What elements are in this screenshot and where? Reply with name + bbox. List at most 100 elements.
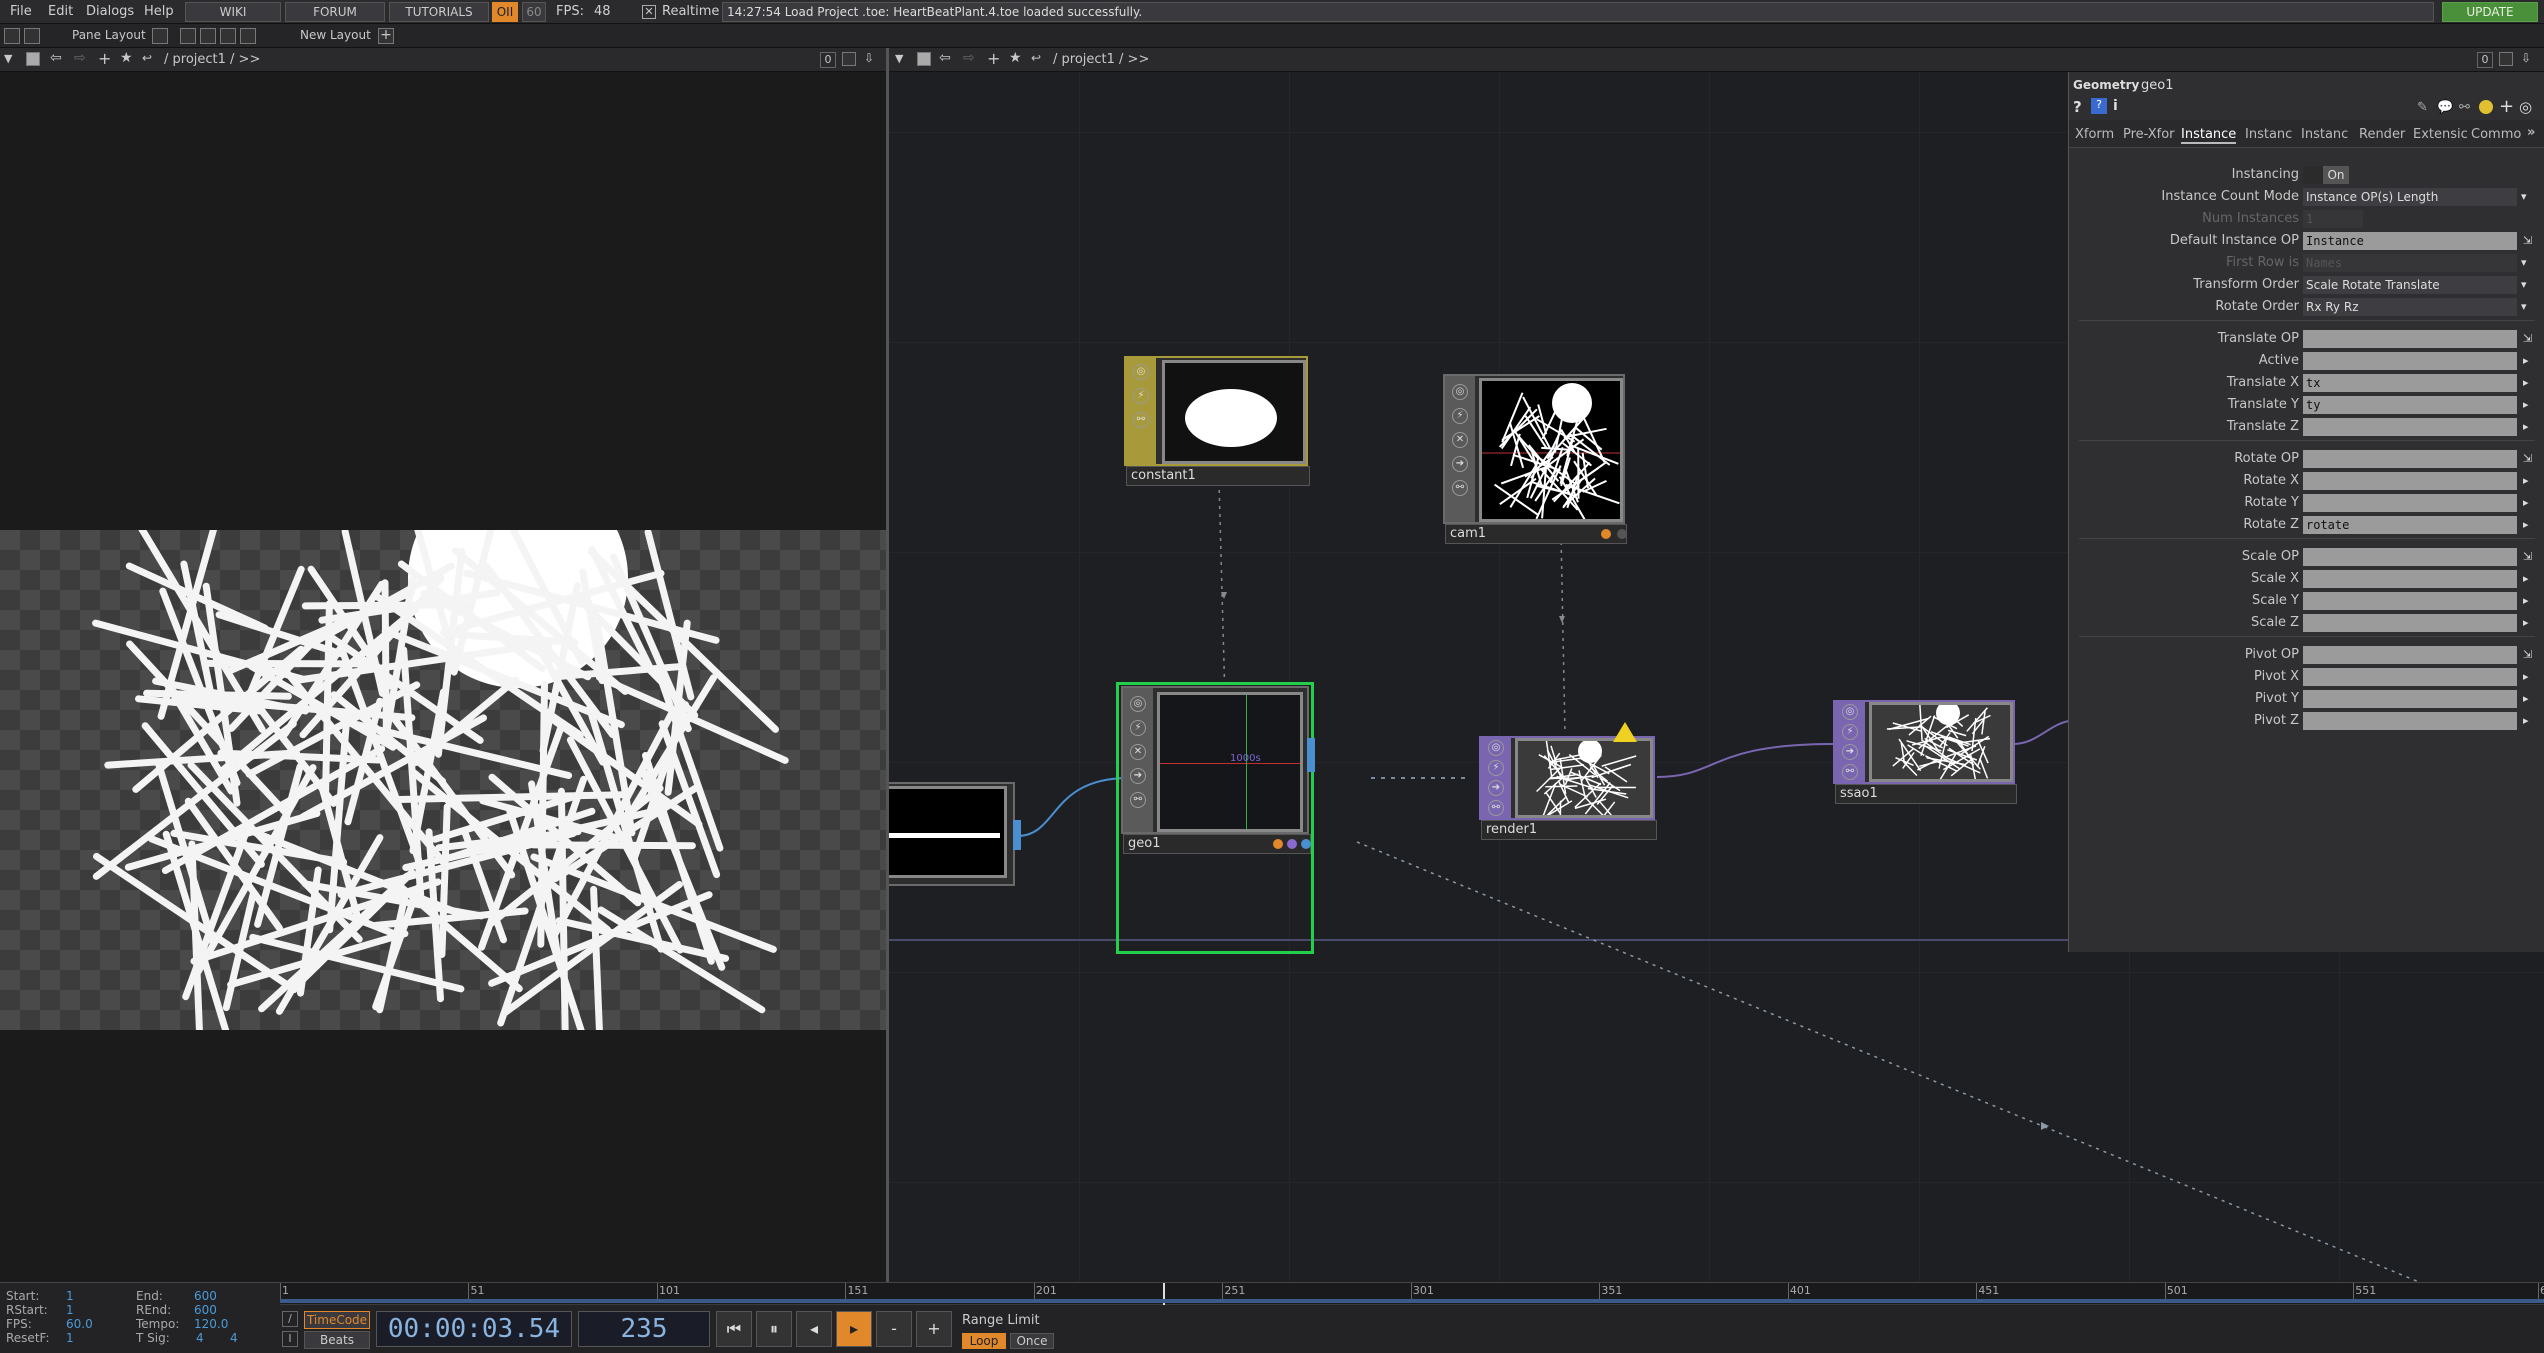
param-field[interactable] (2303, 330, 2517, 348)
more-tabs-icon[interactable]: » (2527, 125, 2535, 140)
tab-xform[interactable]: Xform (2075, 127, 2114, 142)
comment-icon[interactable]: 💬 (2437, 100, 2453, 115)
layout-single-icon[interactable] (152, 28, 168, 44)
instancing-on-toggle[interactable]: On (2323, 166, 2349, 184)
pause-button[interactable]: ⏸ (756, 1311, 792, 1347)
info-icon[interactable]: i (2113, 98, 2118, 114)
layout-split-icon[interactable] (180, 28, 196, 44)
add-layout-icon[interactable]: + (378, 28, 394, 44)
warning-icon[interactable] (1613, 722, 1637, 742)
tempo-value[interactable]: 120.0 (194, 1317, 228, 1331)
realtime-checkbox[interactable]: ✕ (642, 5, 656, 19)
once-toggle[interactable]: Once (1010, 1333, 1054, 1349)
param-expand-icon[interactable]: ▸ (2523, 472, 2535, 490)
pane-type-icon[interactable] (917, 52, 931, 66)
param-field[interactable]: Names (2303, 254, 2517, 272)
link-icon[interactable]: ↩ (142, 51, 152, 65)
maximize-icon[interactable] (2499, 52, 2513, 66)
target-icon[interactable]: ◎ (2519, 98, 2532, 116)
end-value[interactable]: 600 (194, 1289, 217, 1303)
param-field[interactable] (2303, 352, 2517, 370)
step-minus-button[interactable]: - (876, 1311, 912, 1347)
tsig-value-a[interactable]: 4 (196, 1331, 204, 1345)
slash-icon[interactable]: / (282, 1311, 298, 1327)
resetf-value[interactable]: 1 (66, 1331, 74, 1345)
param-field[interactable] (2303, 668, 2517, 686)
display-icon[interactable]: ➔ (1130, 768, 1146, 784)
ssao1-node[interactable]: ◎ ⚡ ➔ ⚯ ssao1 (1833, 700, 2017, 804)
param-expand-icon[interactable]: ▸ (2523, 516, 2535, 534)
clone-icon[interactable]: ⚯ (1133, 412, 1149, 428)
param-field[interactable] (2303, 472, 2517, 490)
oii-badge[interactable]: OII (492, 2, 518, 22)
render-flag-icon[interactable] (1273, 839, 1283, 849)
dropdown-arrow-icon[interactable]: ▾ (2521, 254, 2533, 272)
lock-icon[interactable]: ⚡ (1488, 760, 1504, 776)
param-expand-icon[interactable]: ▸ (2523, 494, 2535, 512)
link-icon[interactable]: ↩ (1031, 51, 1041, 65)
param-field[interactable] (2303, 570, 2517, 588)
tab-instance[interactable]: Instance (2181, 127, 2237, 144)
add-icon[interactable]: + (2499, 96, 2514, 117)
start-value[interactable]: 1 (66, 1289, 74, 1303)
param-expand-icon[interactable]: ▸ (2523, 592, 2535, 610)
render-flag-icon[interactable] (1601, 529, 1611, 539)
dropdown-arrow-icon[interactable]: ▾ (2521, 276, 2533, 294)
render1-label[interactable]: render1 (1481, 820, 1657, 840)
op-name-label[interactable]: geo1 (2141, 78, 2173, 93)
anchor-icon[interactable] (24, 28, 40, 44)
timecode-display[interactable]: 00:00:03.54 (376, 1311, 572, 1347)
help-icon[interactable]: ? (2073, 98, 2082, 116)
param-expand-icon[interactable]: ▸ (2523, 352, 2535, 370)
step-back-button[interactable]: ◂ (796, 1311, 832, 1347)
layout-triple-icon[interactable] (240, 28, 256, 44)
bypass-icon[interactable]: ✕ (1130, 744, 1146, 760)
param-expand-icon[interactable]: ▸ (2523, 668, 2535, 686)
menu-help[interactable]: Help (144, 4, 174, 19)
param-field[interactable]: Instance (2303, 232, 2517, 250)
fps-value[interactable]: 60.0 (66, 1317, 93, 1331)
rewind-button[interactable]: ⏮ (716, 1311, 752, 1347)
param-expand-icon[interactable]: ⇲ (2523, 450, 2535, 468)
python-icon[interactable] (2479, 100, 2493, 114)
fps-cap-box[interactable]: 60 (522, 2, 546, 22)
tab-instance3[interactable]: Instanc (2301, 127, 2348, 142)
pane-menu-icon[interactable]: ▼ (4, 52, 12, 65)
download-icon[interactable]: ⇩ (864, 51, 874, 65)
clone-icon[interactable]: ⚯ (1452, 480, 1468, 496)
param-expand-icon[interactable]: ▸ (2523, 614, 2535, 632)
param-field[interactable]: Scale Rotate Translate (2303, 276, 2517, 294)
lock-icon[interactable]: ⚡ (1133, 388, 1149, 404)
pane-type-icon[interactable] (26, 52, 40, 66)
clone-icon[interactable]: ⚯ (2459, 100, 2470, 115)
clone-icon[interactable]: ⚯ (1488, 800, 1504, 816)
clone-icon[interactable]: ⚯ (1130, 792, 1146, 808)
param-field[interactable] (2303, 592, 2517, 610)
timecode-toggle[interactable]: TimeCode (304, 1311, 370, 1329)
update-button[interactable]: UPDATE (2442, 2, 2538, 22)
param-field[interactable]: ty (2303, 396, 2517, 414)
tab-pre-xform[interactable]: Pre-Xfor (2123, 127, 2175, 142)
param-expand-icon[interactable]: ⇲ (2523, 646, 2535, 664)
viewer-icon[interactable]: ◎ (1133, 364, 1149, 380)
param-field[interactable] (2303, 418, 2517, 436)
timeline-ruler[interactable]: 151101151201251301351401451501551600 (280, 1283, 2544, 1305)
param-expand-icon[interactable]: ▸ (2523, 396, 2535, 414)
home-icon[interactable]: + (987, 49, 1000, 68)
bookmark-icon[interactable]: ★ (1009, 50, 1022, 66)
cam1-label[interactable]: cam1 (1445, 524, 1627, 544)
layout-split-v-icon[interactable] (200, 28, 216, 44)
layout-icon[interactable] (4, 28, 20, 44)
display-icon[interactable]: ➔ (1452, 456, 1468, 472)
dropdown-arrow-icon[interactable]: ▾ (2521, 298, 2533, 316)
dropdown-arrow-icon[interactable]: ▾ (2521, 188, 2533, 206)
forum-button[interactable]: FORUM (285, 2, 385, 22)
geo1-node[interactable]: ◎ ⚡ ✕ ➔ ⚯ 1000s geo1 (1121, 686, 1315, 854)
new-layout-label[interactable]: New Layout (300, 28, 371, 42)
lock-icon[interactable]: ⚡ (1842, 724, 1858, 740)
beats-toggle[interactable]: Beats (304, 1331, 370, 1349)
tab-common[interactable]: Commo (2471, 127, 2521, 142)
cam1-node[interactable]: ◎ ⚡ ✕ ➔ ⚯ cam1 (1443, 374, 1627, 544)
param-expand-icon[interactable]: ⇲ (2523, 232, 2535, 250)
param-field[interactable] (2303, 548, 2517, 566)
